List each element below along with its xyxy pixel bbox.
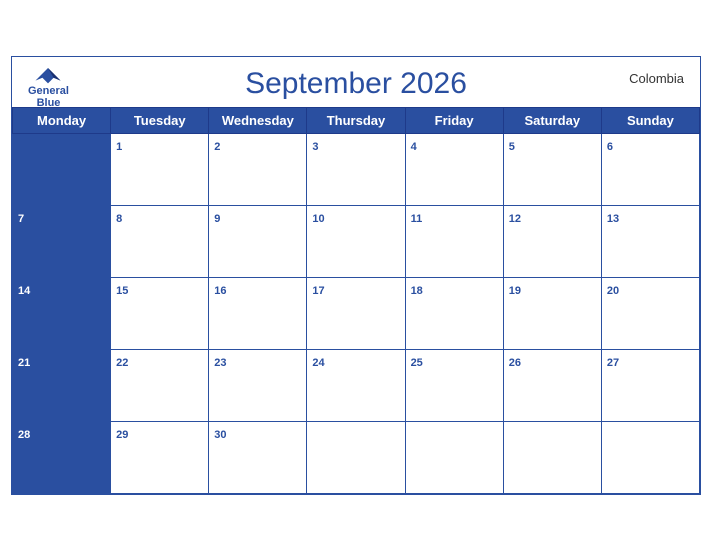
day-number: 15: [116, 285, 128, 297]
day-number: 20: [607, 285, 619, 297]
day-number: 13: [607, 213, 619, 225]
logo-blue: Blue: [37, 97, 61, 109]
day-number: 26: [509, 357, 521, 369]
calendar-cell: 6: [601, 133, 699, 205]
day-number: 30: [214, 429, 226, 441]
month-title: September 2026: [245, 67, 467, 101]
day-number: 14: [18, 285, 30, 297]
day-number: 8: [116, 213, 122, 225]
col-friday: Friday: [405, 107, 503, 133]
calendar-cell: 25: [405, 349, 503, 421]
calendar-cell: 17: [307, 277, 405, 349]
calendar-cell: 7: [13, 205, 111, 277]
calendar-cell: 30: [209, 421, 307, 493]
calendar-cell: [405, 421, 503, 493]
calendar-cell: 12: [503, 205, 601, 277]
day-number: 7: [18, 213, 24, 225]
calendar-cell: 16: [209, 277, 307, 349]
day-number: 12: [509, 213, 521, 225]
calendar-cell: 22: [111, 349, 209, 421]
calendar-cell: [307, 421, 405, 493]
day-number: 27: [607, 357, 619, 369]
calendar-cell: 2: [209, 133, 307, 205]
calendar-cell: 3: [307, 133, 405, 205]
logo-bird-icon: [34, 65, 62, 85]
calendar-cell: 1: [111, 133, 209, 205]
calendar-table: Monday Tuesday Wednesday Thursday Friday…: [12, 107, 700, 494]
calendar-cell: 11: [405, 205, 503, 277]
calendar-cell: 4: [405, 133, 503, 205]
calendar-cell: 23: [209, 349, 307, 421]
calendar-cell: 21: [13, 349, 111, 421]
day-number: 17: [312, 285, 324, 297]
day-number: 24: [312, 357, 324, 369]
calendar-cell: [13, 133, 111, 205]
logo-general: General: [28, 85, 69, 97]
calendar-cell: 8: [111, 205, 209, 277]
calendar-week-row: 28 29 30: [13, 421, 700, 493]
day-number: 3: [312, 141, 318, 153]
day-number: 19: [509, 285, 521, 297]
logo: General Blue: [28, 65, 69, 109]
day-number: 21: [18, 357, 30, 369]
col-monday: Monday: [13, 107, 111, 133]
day-number: 25: [411, 357, 423, 369]
day-number: 11: [411, 213, 423, 225]
calendar: General Blue September 2026 Colombia Mon…: [11, 56, 701, 495]
col-thursday: Thursday: [307, 107, 405, 133]
calendar-cell: 5: [503, 133, 601, 205]
day-number: 16: [214, 285, 226, 297]
calendar-cell: [503, 421, 601, 493]
country-label: Colombia: [629, 71, 684, 86]
day-number: 28: [18, 429, 30, 441]
calendar-cell: 28: [13, 421, 111, 493]
calendar-cell: 14: [13, 277, 111, 349]
day-number: 5: [509, 141, 515, 153]
calendar-cell: 18: [405, 277, 503, 349]
calendar-cell: 27: [601, 349, 699, 421]
col-tuesday: Tuesday: [111, 107, 209, 133]
day-number: 10: [312, 213, 324, 225]
calendar-cell: 10: [307, 205, 405, 277]
calendar-cell: 24: [307, 349, 405, 421]
day-number: 2: [214, 141, 220, 153]
calendar-cell: [601, 421, 699, 493]
day-number: 4: [411, 141, 417, 153]
calendar-week-row: 14 15 16 17 18 19 20: [13, 277, 700, 349]
calendar-week-row: 21 22 23 24 25 26 27: [13, 349, 700, 421]
calendar-week-row: 7 8 9 10 11 12 13: [13, 205, 700, 277]
day-number: 29: [116, 429, 128, 441]
day-number: 1: [116, 141, 122, 153]
day-number: 9: [214, 213, 220, 225]
calendar-cell: 9: [209, 205, 307, 277]
col-sunday: Sunday: [601, 107, 699, 133]
day-number: 23: [214, 357, 226, 369]
calendar-cell: 29: [111, 421, 209, 493]
calendar-header: General Blue September 2026 Colombia: [12, 57, 700, 107]
weekday-header-row: Monday Tuesday Wednesday Thursday Friday…: [13, 107, 700, 133]
col-wednesday: Wednesday: [209, 107, 307, 133]
calendar-cell: 15: [111, 277, 209, 349]
calendar-cell: 19: [503, 277, 601, 349]
calendar-cell: 20: [601, 277, 699, 349]
col-saturday: Saturday: [503, 107, 601, 133]
calendar-week-row: 1 2 3 4 5 6: [13, 133, 700, 205]
calendar-cell: 26: [503, 349, 601, 421]
calendar-cell: 13: [601, 205, 699, 277]
day-number: 18: [411, 285, 423, 297]
day-number: 6: [607, 141, 613, 153]
day-number: 22: [116, 357, 128, 369]
